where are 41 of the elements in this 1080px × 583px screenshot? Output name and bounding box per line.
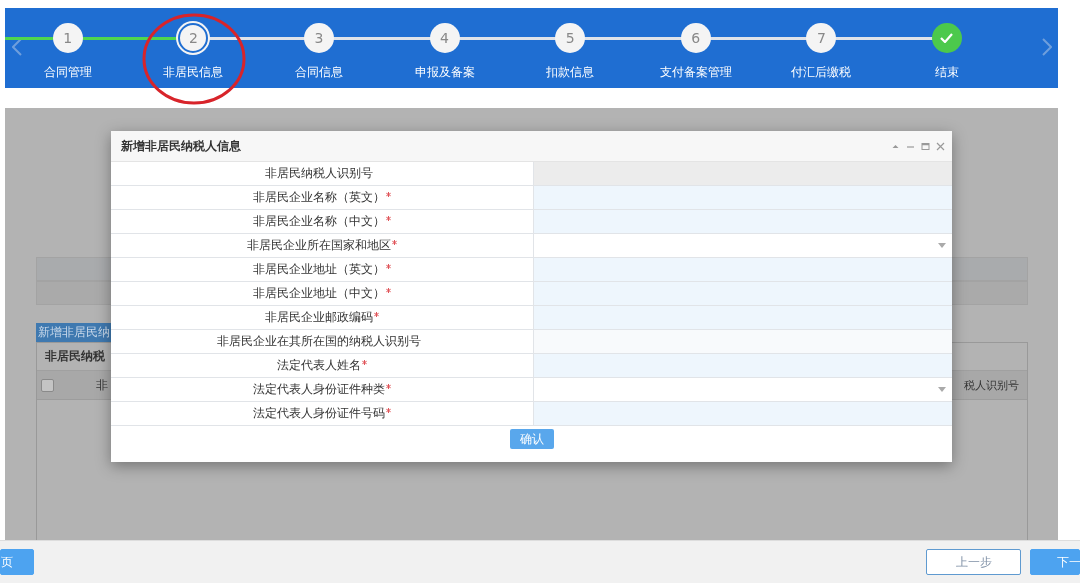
step-label: 支付备案管理 xyxy=(659,64,732,81)
input-field[interactable] xyxy=(534,282,952,305)
caret-icon xyxy=(938,387,946,392)
step-label: 申报及备案 xyxy=(414,64,475,81)
table-cell: 税人识别号 xyxy=(964,377,1019,393)
page-button[interactable]: 页 xyxy=(0,549,34,575)
chevron-left-icon[interactable] xyxy=(12,38,22,56)
step-circle[interactable] xyxy=(931,23,962,53)
step-label: 合同管理 xyxy=(43,64,92,81)
input-field[interactable] xyxy=(534,330,952,353)
input-field[interactable] xyxy=(534,186,952,209)
dialog-title: 新增非居民纳税人信息 xyxy=(121,137,241,155)
confirm-button[interactable]: 确认 xyxy=(509,429,554,449)
input-field[interactable] xyxy=(534,354,952,377)
caret-icon xyxy=(938,243,946,248)
input-field[interactable] xyxy=(534,402,952,425)
step-circle[interactable]: 1 xyxy=(52,23,83,53)
input-field[interactable] xyxy=(534,162,952,185)
previous-step-button[interactable]: 上一步 xyxy=(926,549,1021,575)
section-title: 新增非居民纳 xyxy=(36,323,112,342)
maximize-icon[interactable] xyxy=(921,141,930,151)
step-label: 合同信息 xyxy=(295,64,343,81)
row-checkbox[interactable] xyxy=(41,378,54,392)
next-step-button[interactable]: 下一 xyxy=(1030,549,1080,575)
step-circle[interactable]: 4 xyxy=(429,23,460,53)
input-field[interactable] xyxy=(534,258,952,281)
close-icon[interactable] xyxy=(936,141,945,151)
step-circle[interactable]: 7 xyxy=(806,23,837,53)
input-field[interactable] xyxy=(534,210,952,233)
step-circle[interactable]: 5 xyxy=(555,23,586,53)
step-label: 结束 xyxy=(934,64,959,81)
step-label: 付汇后缴税 xyxy=(791,64,852,81)
chevron-right-icon[interactable] xyxy=(1042,38,1052,56)
step-label: 非居民信息 xyxy=(163,64,224,81)
check-icon xyxy=(940,33,954,43)
input-field[interactable] xyxy=(534,306,952,329)
step-circle[interactable]: 6 xyxy=(680,23,711,53)
step-label: 扣款信息 xyxy=(546,64,595,81)
step-circle[interactable]: 3 xyxy=(304,23,334,53)
table-cell: 非 xyxy=(96,377,108,393)
step-circle[interactable]: 2 xyxy=(178,23,209,53)
